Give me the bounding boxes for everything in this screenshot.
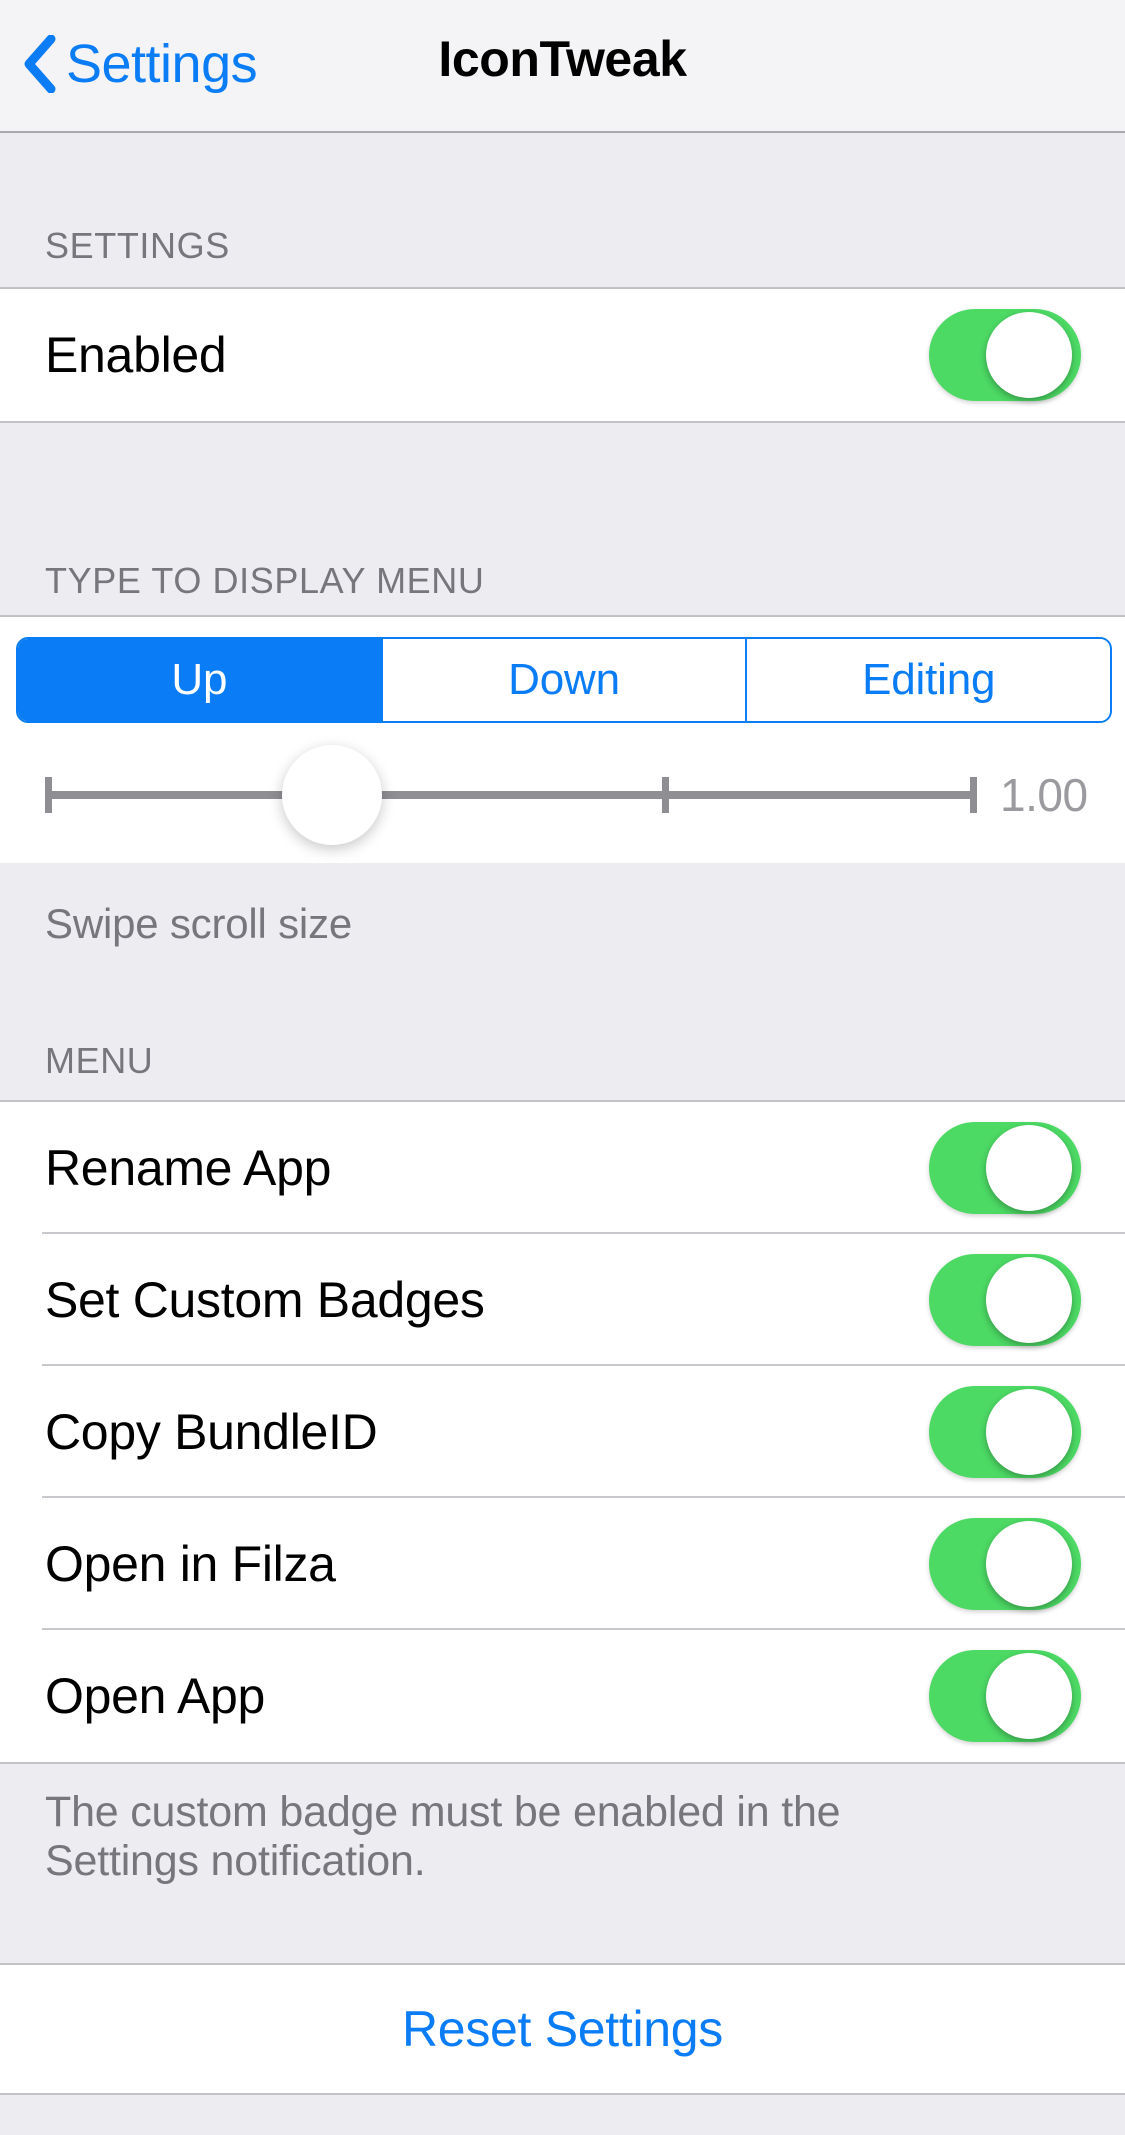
toggle-open-in-filza[interactable] xyxy=(929,1518,1081,1610)
reset-settings-button[interactable]: Reset Settings xyxy=(0,1963,1125,2095)
menu-group: Rename App Set Custom Badges Copy Bundle… xyxy=(0,1100,1125,1764)
row-open-in-filza-label: Open in Filza xyxy=(45,1536,336,1592)
toggle-set-custom-badges[interactable] xyxy=(929,1254,1081,1346)
section-header-settings: SETTINGS xyxy=(45,225,230,266)
toggle-knob xyxy=(986,1653,1072,1739)
footer-menu-note: The custom badge must be enabled in the … xyxy=(45,1788,841,1886)
reset-settings-label: Reset Settings xyxy=(402,2001,723,2057)
row-enabled-label: Enabled xyxy=(45,327,227,383)
slider-tick-start xyxy=(45,777,52,813)
segment-editing[interactable]: Editing xyxy=(745,639,1110,721)
toggle-knob xyxy=(986,1389,1072,1475)
row-open-app-label: Open App xyxy=(45,1668,266,1724)
toggle-rename-app[interactable] xyxy=(929,1122,1081,1214)
row-open-in-filza[interactable]: Open in Filza xyxy=(0,1498,1125,1630)
slider-row: 1.00 xyxy=(0,723,1125,863)
swipe-scroll-size-slider[interactable] xyxy=(45,745,977,845)
slider-tick-end xyxy=(970,777,977,813)
footer-swipe-scroll-size: Swipe scroll size xyxy=(45,900,353,947)
page-title: IconTweak xyxy=(438,31,687,87)
row-open-app[interactable]: Open App xyxy=(0,1630,1125,1762)
row-copy-bundleid-label: Copy BundleID xyxy=(45,1404,378,1460)
row-set-custom-badges[interactable]: Set Custom Badges xyxy=(0,1234,1125,1366)
row-rename-app[interactable]: Rename App xyxy=(0,1102,1125,1234)
section-header-type-to-display-menu: TYPE TO DISPLAY MENU xyxy=(45,560,485,601)
segment-up[interactable]: Up xyxy=(18,639,381,721)
row-copy-bundleid[interactable]: Copy BundleID xyxy=(0,1366,1125,1498)
settings-screen: Settings IconTweak SETTINGS Enabled TYPE… xyxy=(0,0,1125,2135)
row-rename-app-label: Rename App xyxy=(45,1140,332,1196)
toggle-open-app[interactable] xyxy=(929,1650,1081,1742)
settings-group: Enabled xyxy=(0,287,1125,423)
segment-down[interactable]: Down xyxy=(380,639,746,721)
toggle-copy-bundleid[interactable] xyxy=(929,1386,1081,1478)
toggle-enabled[interactable] xyxy=(929,309,1081,401)
toggle-knob xyxy=(986,1125,1072,1211)
segmented-control-type[interactable]: Up Down Editing xyxy=(16,637,1112,723)
toggle-knob xyxy=(986,1257,1072,1343)
toggle-knob xyxy=(986,1521,1072,1607)
row-enabled[interactable]: Enabled xyxy=(0,289,1125,421)
slider-value-label: 1.00 xyxy=(1000,769,1088,821)
row-set-custom-badges-label: Set Custom Badges xyxy=(45,1272,485,1328)
toggle-knob xyxy=(986,312,1072,398)
slider-tick-middle xyxy=(662,777,669,813)
slider-knob[interactable] xyxy=(282,745,382,845)
navigation-bar: Settings IconTweak xyxy=(0,0,1125,133)
section-header-menu: MENU xyxy=(45,1040,154,1081)
